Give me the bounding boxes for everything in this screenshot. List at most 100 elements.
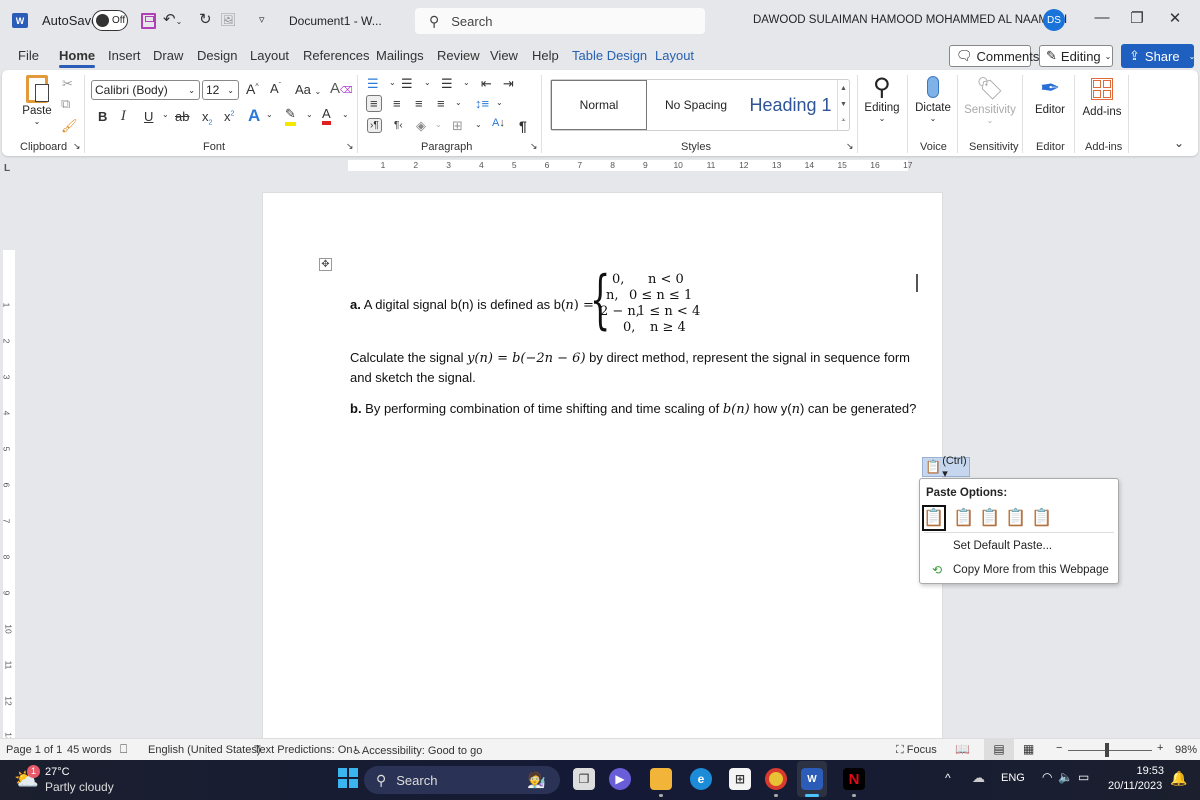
align-right-icon[interactable]: ≡ xyxy=(415,96,423,111)
bullets-icon[interactable]: ☰ xyxy=(367,76,379,92)
zoom-out-icon[interactable]: − xyxy=(1056,742,1062,754)
horizontal-ruler[interactable]: 1 2 3 4 5 6 7 8 9 10 11 12 13 14 15 16 17 xyxy=(258,160,948,171)
page-count[interactable]: Page 1 of 1 xyxy=(6,744,62,756)
save-icon[interactable] xyxy=(141,13,156,29)
highlight-icon[interactable]: ✎ xyxy=(285,106,296,126)
editing-button[interactable]: ⚲ Editing ⌄ xyxy=(862,74,902,123)
addins-button[interactable]: Add-ins xyxy=(1080,74,1124,118)
search-input[interactable]: ⚲ Search xyxy=(415,8,705,34)
print-layout-icon[interactable]: ▤ xyxy=(984,739,1014,760)
more-styles-icon[interactable]: ⩡ xyxy=(842,117,846,125)
align-center-icon[interactable]: ≡ xyxy=(393,96,401,111)
user-name[interactable]: DAWOOD SULAIMAN HAMOOD MOHAMMED AL NAAMA… xyxy=(753,14,1067,26)
tab-review[interactable]: Review xyxy=(437,48,480,63)
font-size-dropdown[interactable]: 12 ⌄ xyxy=(202,80,239,100)
accessibility-status[interactable]: ♿Accessibility: Good to go xyxy=(352,744,482,757)
close-icon[interactable]: ✕ xyxy=(1160,9,1190,27)
redo-icon[interactable]: ↻ xyxy=(199,10,212,28)
paste-options-button[interactable]: 📋 (Ctrl) ▾ xyxy=(922,455,970,480)
chevron-down-icon[interactable]: ⌄ xyxy=(463,78,470,87)
style-heading-1[interactable]: Heading 1 xyxy=(743,80,838,130)
copy-more-item[interactable]: Copy More from this Webpage xyxy=(953,564,1109,576)
increase-indent-icon[interactable]: ⇥ xyxy=(503,76,514,92)
volume-icon[interactable]: 🔈 xyxy=(1058,770,1073,784)
chrome-icon[interactable] xyxy=(765,768,787,790)
word-count[interactable]: 45 words xyxy=(67,744,112,756)
table-move-handle-icon[interactable]: ✥ xyxy=(319,258,332,271)
chevron-down-icon[interactable]: ⌄ xyxy=(306,110,313,119)
tab-draw[interactable]: Draw xyxy=(153,48,183,63)
show-formatting-icon[interactable]: ¶ xyxy=(519,118,527,134)
edge-icon[interactable]: e xyxy=(690,768,712,790)
proofing-icon[interactable]: ⎕ xyxy=(120,742,127,757)
chevron-down-icon[interactable]: ⌄ xyxy=(475,120,482,129)
picture-icon[interactable]: 🖼 xyxy=(220,12,237,28)
format-painter-icon[interactable]: 🖌 xyxy=(61,118,78,134)
cut-icon[interactable]: ✂ xyxy=(62,76,73,92)
autosave-toggle[interactable]: Off xyxy=(92,10,128,31)
strikethrough-icon[interactable]: ab xyxy=(175,109,189,124)
tab-design[interactable]: Design xyxy=(197,48,237,63)
battery-icon[interactable]: ▭ xyxy=(1078,770,1089,784)
tab-view[interactable]: View xyxy=(490,48,518,63)
rtl-icon[interactable]: ¶‹ xyxy=(394,120,403,131)
read-mode-icon[interactable]: 📖 xyxy=(955,742,970,756)
undo-icon[interactable]: ↶⌄ xyxy=(163,10,182,28)
ltr-icon[interactable]: ›¶ xyxy=(367,118,382,133)
text-predictions-status[interactable]: Text Predictions: On xyxy=(254,744,352,756)
paste-picture-icon[interactable]: 📋 xyxy=(1004,505,1028,531)
dialog-launcher-icon[interactable]: ↘ xyxy=(73,141,81,152)
numbering-icon[interactable]: ☰ xyxy=(401,76,413,92)
multilevel-list-icon[interactable]: ☰ xyxy=(441,76,453,92)
clear-formatting-icon[interactable]: A⌫ xyxy=(330,80,353,97)
change-case-button[interactable]: Aa ⌄ xyxy=(295,82,321,97)
comments-button[interactable]: 🗨 Comments xyxy=(949,45,1039,67)
chevron-down-icon[interactable]: ⌄ xyxy=(342,110,349,119)
zoom-in-icon[interactable]: + xyxy=(1157,742,1163,754)
decrease-indent-icon[interactable]: ⇤ xyxy=(481,76,492,92)
paste-text-only-icon[interactable]: 📋 xyxy=(1030,505,1054,531)
tab-home[interactable]: Home xyxy=(59,48,96,68)
show-hidden-icons[interactable]: ^ xyxy=(945,771,951,785)
tab-references[interactable]: References xyxy=(303,48,369,63)
weather-temperature[interactable]: 27°C xyxy=(45,766,70,778)
chevron-down-icon[interactable]: ⌄ xyxy=(266,110,273,119)
netflix-icon[interactable]: N xyxy=(843,768,865,790)
tab-mailings[interactable]: Mailings xyxy=(376,48,424,63)
zoom-level[interactable]: 98% xyxy=(1175,744,1197,756)
input-language[interactable]: ENG xyxy=(1001,772,1025,784)
subscript-icon[interactable]: x2 xyxy=(202,109,212,127)
justify-icon[interactable]: ≡ xyxy=(437,96,445,111)
task-view-icon[interactable]: ❐ xyxy=(573,768,595,790)
styles-scroll[interactable]: ▲ ▼ ⩡ xyxy=(837,80,849,130)
file-explorer-icon[interactable] xyxy=(650,768,672,790)
font-name-dropdown[interactable]: Calibri (Body) ⌄ xyxy=(91,80,200,100)
shrink-font-icon[interactable]: Aˇ xyxy=(270,81,281,96)
text-effects-icon[interactable]: A xyxy=(248,106,260,126)
style-no-spacing[interactable]: No Spacing xyxy=(651,80,741,130)
chevron-down-icon[interactable]: ⌄ xyxy=(435,120,442,129)
tab-layout[interactable]: Layout xyxy=(250,48,289,63)
dialog-launcher-icon[interactable]: ↘ xyxy=(530,141,538,152)
tab-selector-icon[interactable]: L xyxy=(4,163,10,174)
avatar[interactable]: DS xyxy=(1043,9,1065,31)
clock-date[interactable]: 20/11/2023 xyxy=(1108,780,1162,792)
line-spacing-icon[interactable]: ↕≡ xyxy=(475,96,489,111)
dialog-launcher-icon[interactable]: ↘ xyxy=(846,141,854,152)
wifi-icon[interactable]: ◠ xyxy=(1042,770,1052,784)
chevron-up-icon[interactable]: ▲ xyxy=(840,85,847,92)
set-default-paste-item[interactable]: Set Default Paste... xyxy=(953,540,1052,552)
italic-icon[interactable]: I xyxy=(121,109,126,124)
zoom-slider-track[interactable] xyxy=(1068,750,1152,751)
restore-icon[interactable]: ❐ xyxy=(1122,9,1152,27)
tab-insert[interactable]: Insert xyxy=(108,48,141,63)
chevron-down-icon[interactable]: ▼ xyxy=(840,101,847,108)
chevron-down-icon[interactable]: ⌄ xyxy=(389,78,396,87)
tab-help[interactable]: Help xyxy=(532,48,559,63)
start-windows-icon[interactable] xyxy=(338,768,358,788)
dialog-launcher-icon[interactable]: ↘ xyxy=(346,141,354,152)
chevron-down-icon[interactable]: ⌄ xyxy=(496,98,503,107)
paste-keep-text-arrow-icon[interactable]: 📋 xyxy=(978,505,1002,531)
share-button[interactable]: ⇪ Share ⌄ xyxy=(1121,44,1195,68)
store-icon[interactable]: ⊞ xyxy=(729,768,751,790)
